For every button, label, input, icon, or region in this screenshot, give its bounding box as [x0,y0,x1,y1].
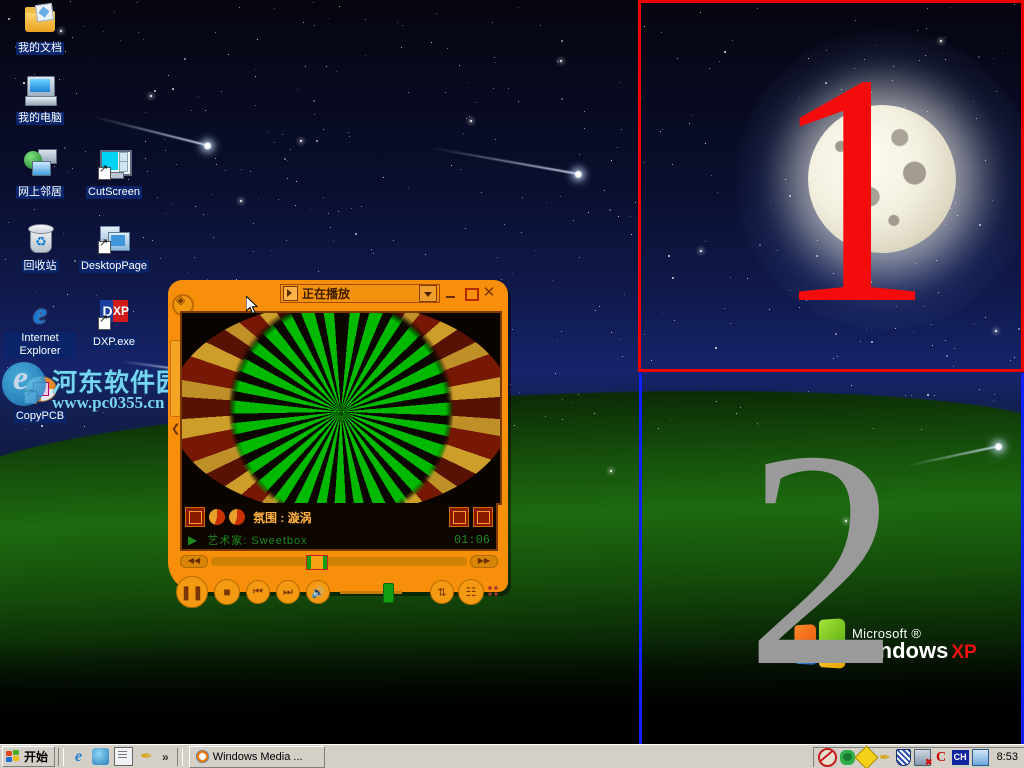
turtle-icon[interactable] [839,749,855,765]
desktop-icon-label: 网上邻居 [16,186,64,199]
network-disconnected-icon[interactable] [913,748,933,768]
seek-slider[interactable] [211,554,467,570]
desktop-icon-label: DXP.exe [91,336,137,349]
monitor-icon[interactable] [971,748,989,766]
ime-ch-icon[interactable]: CH [951,749,969,765]
desktop-icon-label: 我的文档 [16,42,64,55]
cutscreen-icon [98,148,132,180]
windows-media-player-window[interactable]: ❮ 正在播放 ✕ 氛围 : 漩涡 ▶ [168,280,508,608]
desktop-icon-recycle-bin[interactable]: ♻ 回收站 [4,222,76,274]
fast-forward-icon[interactable]: ▶▶ [470,554,498,568]
previous-track-icon[interactable]: ⏮ [246,580,270,604]
taskbar-clock[interactable]: 8:53 [997,751,1018,763]
notepad-icon[interactable] [114,747,134,766]
taskbar[interactable]: 开始 e ✒ » Windows Media ... ✒ C CH 8:53 [0,744,1024,768]
ie-icon: e [33,297,47,330]
minimize-icon[interactable] [443,284,459,302]
pen-icon[interactable]: ✒ [878,749,893,765]
desktop-screen: Microsoft ® Windows XP 1 2 我的文档 我的电脑 网上邻居 [0,0,1024,768]
now-playing-selector[interactable]: 正在播放 [280,283,440,303]
desktop-icon-my-documents[interactable]: 我的文档 [4,2,76,56]
shortcut-arrow-icon [98,164,111,180]
player-title: 正在播放 [302,286,351,301]
folder-documents-icon [24,2,56,36]
quick-launch-bar[interactable]: e ✒ » [67,747,174,766]
next-track-icon[interactable]: ⏭ [276,580,300,604]
windows-flag-icon [6,750,21,763]
desktop-icon-label: CutScreen [86,186,142,199]
player-transport-controls[interactable]: ❚❚ ■ ⏮ ⏭ 🔊 ⇅ ☷ [176,572,500,612]
pause-icon[interactable]: ❚❚ [176,576,208,608]
visualization-rays [182,313,500,503]
diamond-icon[interactable] [854,744,879,768]
pen-icon[interactable]: ✒ [138,748,155,765]
playlist-icon[interactable]: ☷ [458,579,484,605]
player-visualization-info-bar: 氛围 : 漩涡 [180,503,498,531]
taskbar-window-button[interactable]: Windows Media ... [188,745,325,768]
elapsed-time: 01:06 [453,533,490,547]
chevron-down-icon[interactable] [419,284,437,302]
network-icon [24,148,57,180]
desktop-icon-cutscreen[interactable]: CutScreen [78,148,150,200]
dxp-icon: D XP [98,298,130,330]
previous-visual-icon[interactable] [209,509,225,525]
artist-label: 艺术家: Sweetbox [207,535,308,547]
desktop-icon-label: 我的电脑 [16,112,64,125]
quick-launch-overflow[interactable]: » [160,750,171,764]
desktop-icon-dxp[interactable]: DXP DXP.exe [78,298,150,350]
now-playing-icon [283,285,298,301]
desktop-icon-label: DesktopPage [78,260,150,273]
seek-thumb[interactable] [305,554,328,570]
volume-thumb[interactable] [383,582,395,603]
system-tray[interactable]: ✒ C CH 8:53 [812,744,1024,768]
desktop-icon-desktoppage[interactable]: DesktopPage [78,222,150,274]
visualization-label: 氛围 : 漩涡 [253,510,312,525]
next-visual-icon[interactable] [229,509,245,525]
letter-c-icon[interactable]: C [934,750,949,765]
player-artist-row: ▶ 艺术家: Sweetbox 01:06 [180,531,498,551]
region-two-marker: 2 [745,388,900,731]
resize-grip-icon[interactable] [488,586,500,598]
desktoppage-icon [98,222,130,254]
play-state-icon: ▶ [188,533,198,547]
recycle-bin-icon: ♻ [24,222,56,254]
video-settings-icon[interactable] [185,507,205,527]
shuffle-icon[interactable]: ⇅ [430,580,454,604]
previous-visual-page-icon[interactable] [449,507,469,527]
antivirus-icon[interactable] [817,747,837,767]
region-one-marker: 1 [770,7,935,372]
desktop-icon-label: Internet Explorer [4,332,76,358]
mouse-cursor [246,296,258,315]
stop-icon[interactable]: ■ [214,579,240,605]
rewind-icon[interactable]: ◀◀ [180,554,208,568]
start-button[interactable]: 开始 [2,746,56,767]
shield-icon[interactable] [895,748,911,766]
desktop-icon-network-neighborhood[interactable]: 网上邻居 [4,148,76,200]
shortcut-arrow-icon [98,238,111,254]
shortcut-arrow-icon [98,314,111,330]
taskbar-window-label: Windows Media ... [212,750,303,763]
volume-icon[interactable]: 🔊 [306,580,330,604]
computer-icon [24,74,57,106]
desktop-icon-my-computer[interactable]: 我的电脑 [4,74,76,126]
player-side-collapse-icon[interactable]: ❮ [171,422,180,435]
close-icon[interactable]: ✕ [481,284,497,302]
watermark-url: www.pc0355.cn [52,393,165,412]
volume-slider[interactable] [340,582,402,603]
ie-icon[interactable]: e [70,748,87,765]
expand-visual-icon[interactable] [473,507,493,527]
player-titlebar[interactable]: 正在播放 ✕ [280,282,506,304]
taskbar-divider [176,747,183,766]
player-seek-row[interactable]: ◀◀ ▶▶ [180,554,498,570]
watermark-logo-icon [2,360,46,406]
desktop-icon-label: 回收站 [21,260,59,273]
maximize-icon[interactable] [462,284,479,302]
desktop-icon-internet-explorer[interactable]: e Internet Explorer [4,298,76,359]
windows-media-player-icon [195,750,209,763]
show-desktop-icon[interactable] [92,748,110,765]
player-visualization-area[interactable] [180,311,502,505]
taskbar-divider [58,747,65,766]
start-button-label: 开始 [24,750,49,764]
